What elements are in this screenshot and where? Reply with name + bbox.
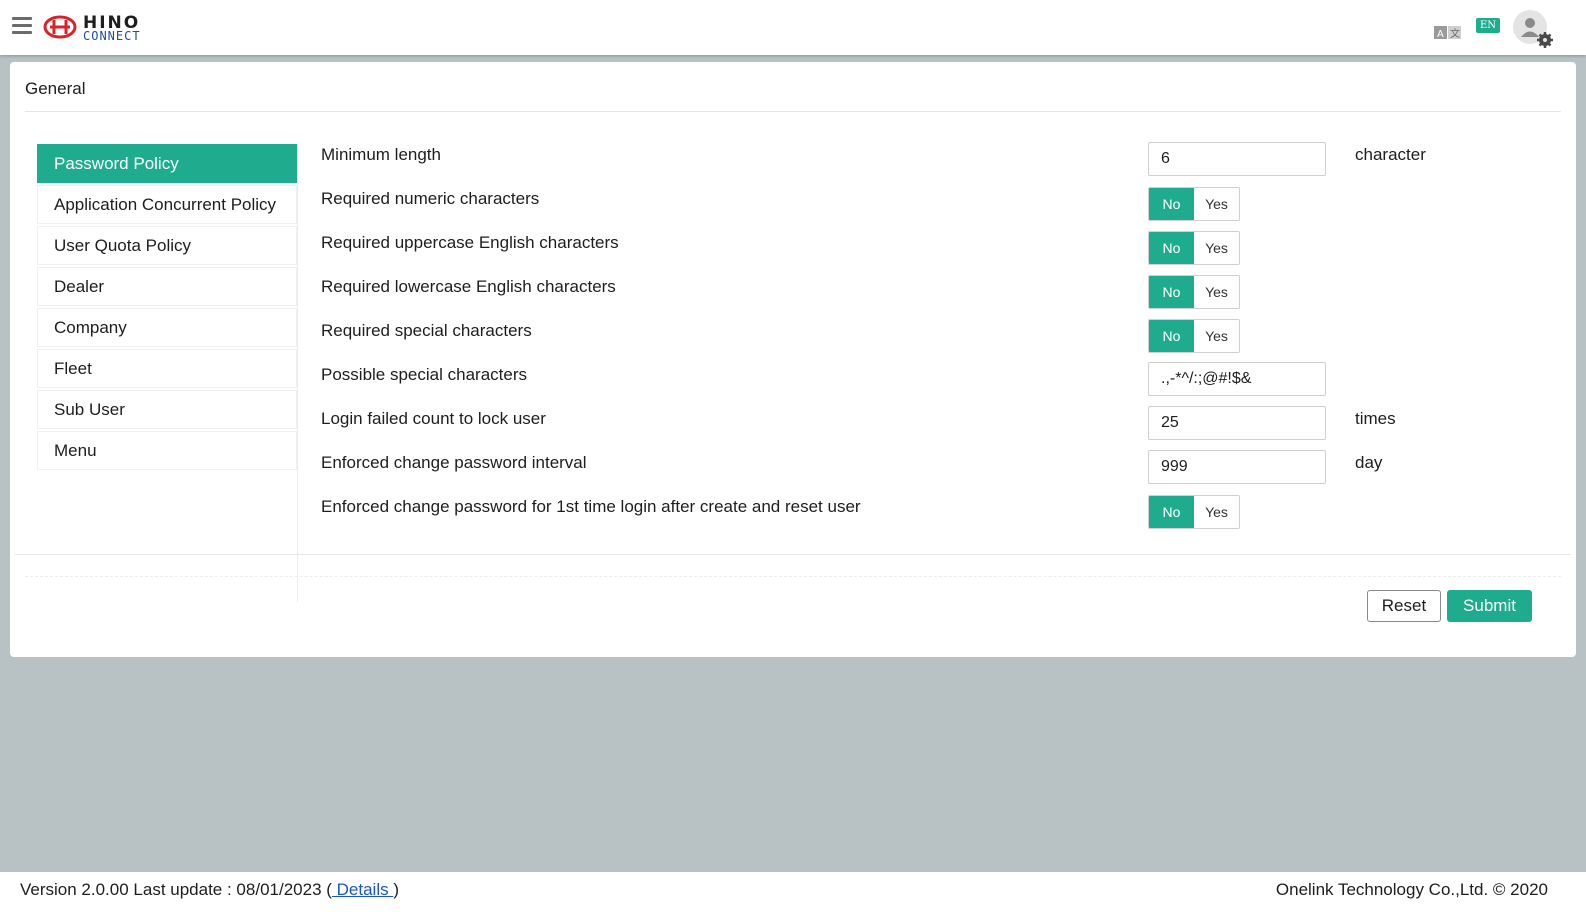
form-row-first-login: Enforced change password for 1st time lo… [321, 494, 1551, 538]
change-interval-unit: day [1355, 453, 1383, 472]
special-yes-option[interactable]: Yes [1194, 320, 1239, 352]
form-row-lock-count: Login failed count to lock user times [321, 406, 1551, 450]
version-close-paren: ) [393, 880, 399, 899]
language-badge: EN [1476, 18, 1501, 33]
uppercase-label: Required uppercase English characters [321, 233, 619, 252]
sidebar-item-application-concurrent-policy[interactable]: Application Concurrent Policy [37, 185, 297, 224]
lowercase-no-option[interactable]: No [1149, 276, 1194, 308]
lowercase-label: Required lowercase English characters [321, 277, 616, 296]
uppercase-no-option[interactable]: No [1149, 232, 1194, 264]
svg-text:A: A [1437, 29, 1444, 40]
version-info: Version 2.0.00 Last update : 08/01/2023 … [20, 880, 399, 900]
change-interval-label: Enforced change password interval [321, 453, 587, 472]
form-row-numeric: Required numeric characters No Yes [321, 186, 1551, 230]
policy-sidebar: Password Policy Application Concurrent P… [37, 144, 297, 472]
svg-text:文: 文 [1450, 27, 1460, 40]
password-policy-form: Minimum length character Required numeri… [321, 142, 1551, 538]
sidebar-item-fleet[interactable]: Fleet [37, 349, 297, 388]
sidebar-item-sub-user[interactable]: Sub User [37, 390, 297, 429]
min-length-input[interactable] [1148, 142, 1326, 176]
form-row-special: Required special characters No Yes [321, 318, 1551, 362]
change-interval-input[interactable] [1148, 450, 1326, 484]
title-divider [25, 111, 1561, 112]
top-bar: HINO CONNECT A 文 EN [0, 0, 1586, 55]
numeric-label: Required numeric characters [321, 189, 540, 208]
page-title: General [25, 79, 86, 98]
first-login-toggle: No Yes [1148, 495, 1240, 529]
reset-button[interactable]: Reset [1367, 590, 1441, 622]
form-row-lowercase: Required lowercase English characters No… [321, 274, 1551, 318]
form-row-change-interval: Enforced change password interval day [321, 450, 1551, 494]
actions-divider [25, 576, 1561, 577]
uppercase-yes-option[interactable]: Yes [1194, 232, 1239, 264]
hamburger-icon[interactable] [12, 17, 32, 35]
details-link[interactable]: Details [332, 880, 393, 899]
hino-connect-logo[interactable]: HINO CONNECT [43, 10, 173, 44]
sidebar-item-menu[interactable]: Menu [37, 431, 297, 470]
sidebar-item-dealer[interactable]: Dealer [37, 267, 297, 306]
min-length-unit: character [1355, 145, 1426, 164]
copyright: Onelink Technology Co.,Ltd. © 2020 [1275, 880, 1548, 899]
footer: Version 2.0.00 Last update : 08/01/2023 … [0, 872, 1586, 916]
numeric-toggle: No Yes [1148, 187, 1240, 221]
special-no-option[interactable]: No [1149, 320, 1194, 352]
first-login-label: Enforced change password for 1st time lo… [321, 497, 861, 516]
first-login-no-option[interactable]: No [1149, 496, 1194, 528]
first-login-yes-option[interactable]: Yes [1194, 496, 1239, 528]
user-settings-icon [1513, 10, 1553, 48]
lowercase-toggle: No Yes [1148, 275, 1240, 309]
translate-icon: A 文 [1434, 26, 1461, 40]
form-row-possible-special: Possible special characters [321, 362, 1551, 406]
lock-count-label: Login failed count to lock user [321, 409, 546, 428]
sidebar-divider [297, 144, 298, 602]
submit-button[interactable]: Submit [1447, 590, 1532, 622]
numeric-yes-option[interactable]: Yes [1194, 188, 1239, 220]
logo-text-bottom: CONNECT [83, 29, 141, 43]
numeric-no-option[interactable]: No [1149, 188, 1194, 220]
special-label: Required special characters [321, 321, 532, 340]
uppercase-toggle: No Yes [1148, 231, 1240, 265]
form-divider [15, 554, 1571, 555]
version-text: Version 2.0.00 Last update : 08/01/2023 … [20, 880, 332, 899]
form-row-min-length: Minimum length character [321, 142, 1551, 186]
lowercase-yes-option[interactable]: Yes [1194, 276, 1239, 308]
user-settings-button[interactable] [1513, 10, 1557, 50]
general-settings-card: General Password Policy Application Conc… [10, 62, 1576, 657]
sidebar-item-user-quota-policy[interactable]: User Quota Policy [37, 226, 297, 265]
sidebar-item-password-policy[interactable]: Password Policy [37, 144, 297, 183]
min-length-label: Minimum length [321, 145, 441, 164]
lock-count-unit: times [1355, 409, 1396, 428]
possible-special-input[interactable] [1148, 362, 1326, 396]
sidebar-item-company[interactable]: Company [37, 308, 297, 347]
lock-count-input[interactable] [1148, 406, 1326, 440]
possible-special-label: Possible special characters [321, 365, 527, 384]
special-toggle: No Yes [1148, 319, 1240, 353]
form-row-uppercase: Required uppercase English characters No… [321, 230, 1551, 274]
